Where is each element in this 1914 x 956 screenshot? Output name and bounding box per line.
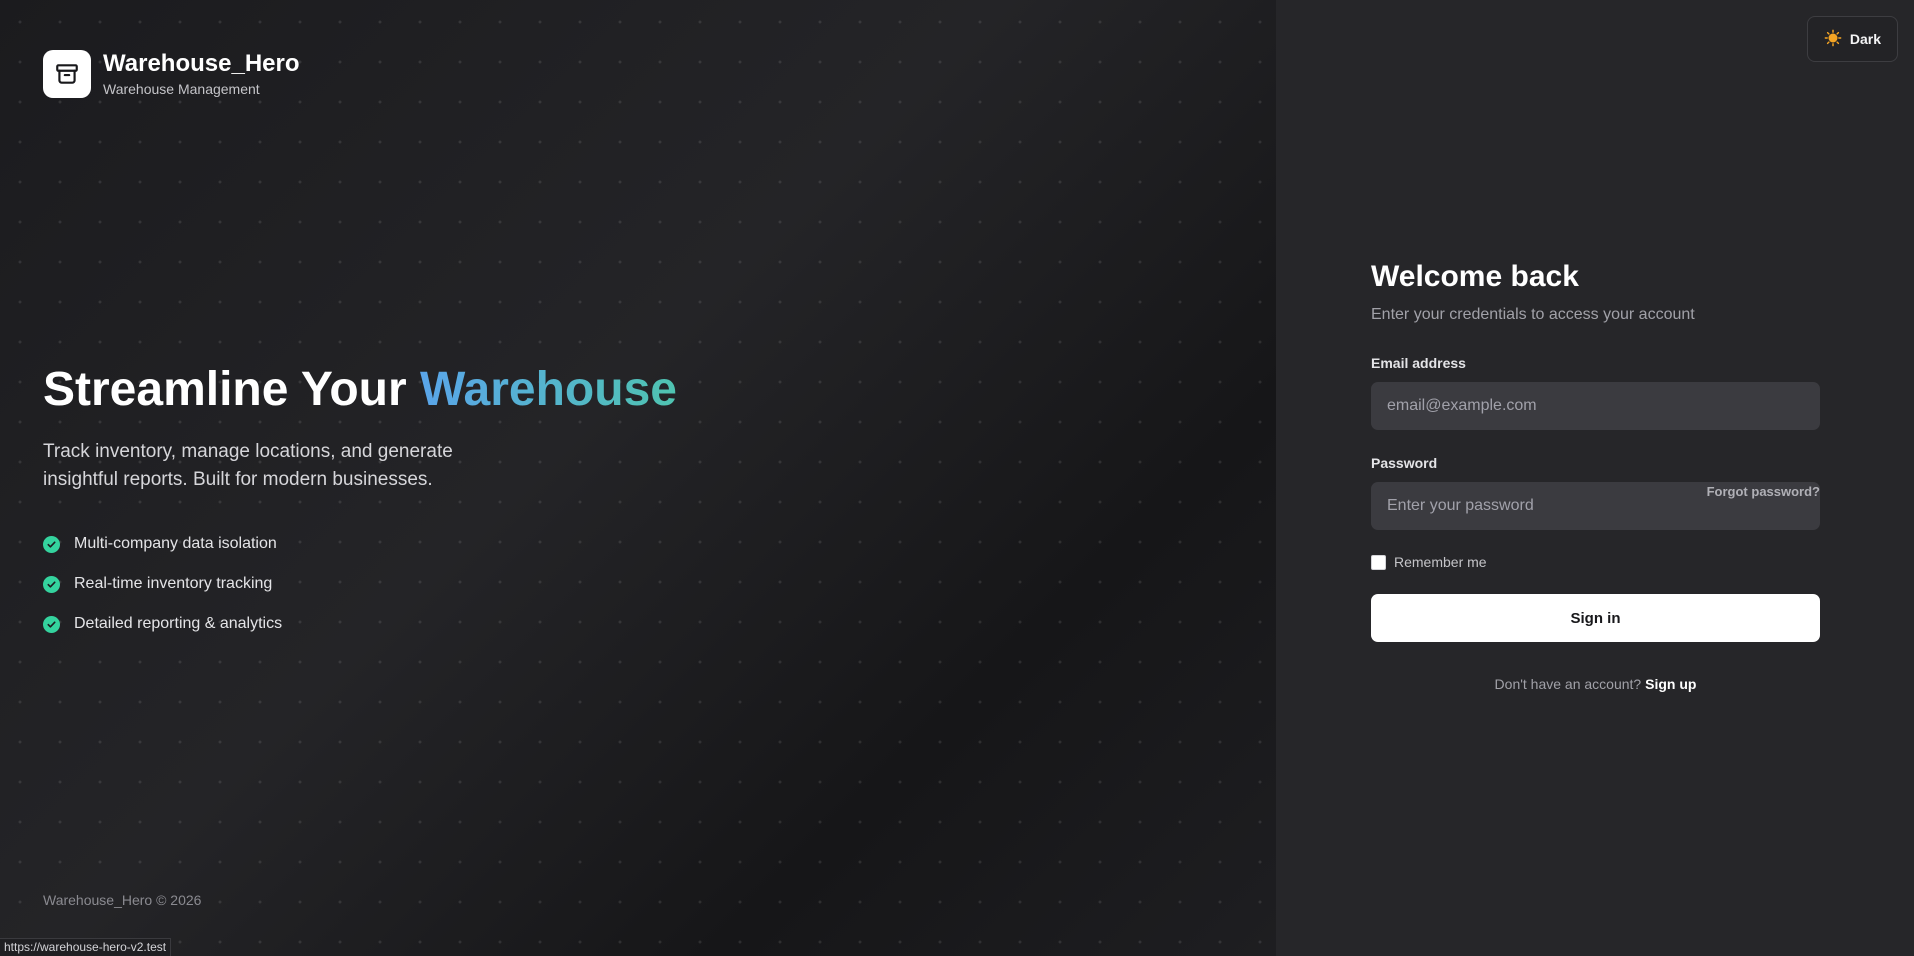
password-field-group: Password Forgot password? (1371, 454, 1820, 530)
feature-item: Detailed reporting & analytics (43, 604, 282, 644)
sun-icon (1824, 29, 1842, 50)
brand[interactable]: Warehouse_Hero Warehouse Management (43, 50, 300, 98)
login-subtitle: Enter your credentials to access your ac… (1371, 306, 1695, 323)
login-title: Welcome back (1371, 260, 1579, 293)
check-circle-icon (43, 615, 60, 633)
remember-me[interactable]: Remember me (1371, 554, 1820, 570)
hero-headline: Streamline Your Warehouse (43, 360, 677, 420)
remember-me-checkbox[interactable] (1371, 554, 1386, 570)
archive-box-icon (43, 50, 91, 98)
feature-item: Real-time inventory tracking (43, 564, 282, 604)
hero-lead: Track inventory, manage locations, and g… (43, 441, 453, 490)
theme-toggle-label: Dark (1849, 31, 1881, 47)
signup-row: Don't have an account? Sign up (1371, 676, 1820, 692)
feature-label: Detailed reporting & analytics (74, 615, 283, 632)
feature-list: Multi-company data isolation Real-time i… (43, 524, 282, 644)
app-root: Warehouse_Hero Warehouse Management Stre… (0, 0, 1914, 956)
signup-prompt: Don't have an account? (1494, 676, 1642, 692)
headline-accent: Warehouse (420, 363, 677, 416)
remember-me-label: Remember me (1394, 554, 1487, 570)
brand-name: Warehouse_Hero (103, 50, 300, 77)
feature-label: Real-time inventory tracking (74, 575, 273, 592)
login-form: Welcome back Enter your credentials to a… (1371, 258, 1820, 692)
headline-prefix: Streamline Your (43, 363, 421, 416)
theme-toggle-button[interactable]: Dark (1806, 16, 1898, 62)
sign-in-button[interactable]: Sign in (1371, 594, 1820, 642)
check-circle-icon (43, 575, 60, 593)
email-label: Email address (1371, 355, 1466, 371)
password-label: Password (1371, 455, 1438, 471)
forgot-password-link[interactable]: Forgot password? (1707, 484, 1820, 499)
hero-panel: Warehouse_Hero Warehouse Management Stre… (0, 0, 1276, 956)
sign-up-link[interactable]: Sign up (1645, 676, 1696, 692)
feature-label: Multi-company data isolation (74, 535, 277, 552)
brand-subtitle: Warehouse Management (103, 81, 260, 97)
brand-text: Warehouse_Hero Warehouse Management (103, 50, 300, 98)
auth-panel: Dark Welcome back Enter your credentials… (1276, 0, 1914, 956)
check-circle-icon (43, 535, 60, 553)
email-field[interactable] (1371, 382, 1820, 430)
copyright: Warehouse_Hero © 2026 (43, 892, 202, 908)
status-bar-url: https://warehouse-hero-v2.test (0, 938, 172, 956)
feature-item: Multi-company data isolation (43, 524, 282, 564)
